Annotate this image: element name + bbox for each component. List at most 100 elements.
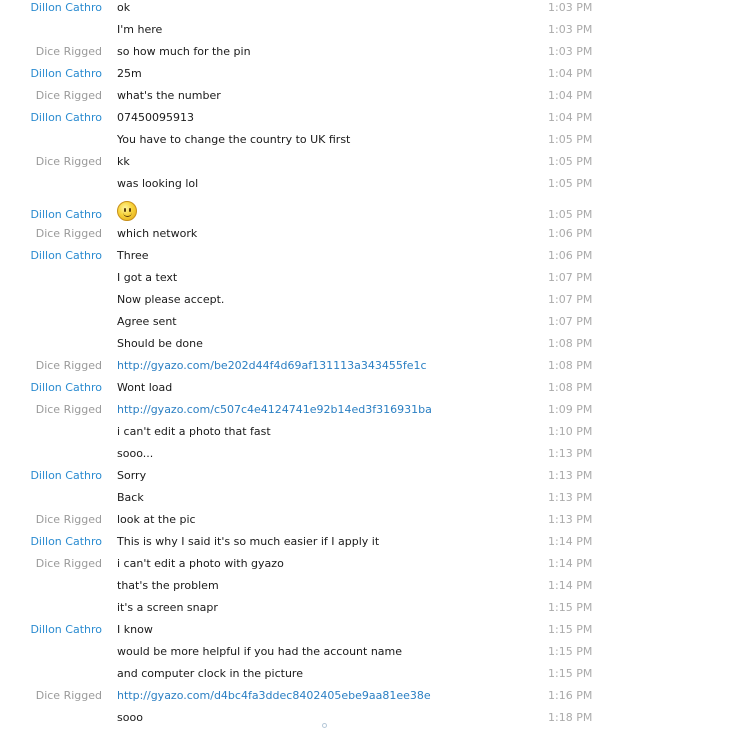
message-text: Should be done: [117, 337, 203, 350]
message-text: i can't edit a photo that fast: [117, 425, 271, 438]
chat-message: Should be done 1:08 PM: [0, 337, 741, 359]
sender-name[interactable]: Dice Rigged: [36, 689, 102, 702]
sender-name[interactable]: Dillon Cathro: [30, 623, 102, 636]
message-text: that's the problem: [117, 579, 219, 592]
message-link[interactable]: http://gyazo.com/d4bc4fa3ddec8402405ebe9…: [117, 689, 431, 702]
message-text: I'm here: [117, 23, 163, 36]
chat-message: Dice Rigged so how much for the pin 1:03 P…: [0, 45, 741, 67]
chat-message: Dillon Cathro This is why I said it's so …: [0, 535, 741, 557]
message-link[interactable]: http://gyazo.com/be202d44f4d69af131113a3…: [117, 359, 427, 372]
message-text: Sorry: [117, 469, 147, 482]
chat-message: Dillon Cathro ok 1:03 PM: [0, 1, 741, 23]
sender-name[interactable]: Dillon Cathro: [30, 1, 102, 14]
chat-message: Dillon Cathro I know 1:15 PM: [0, 623, 741, 645]
message-timestamp: 1:13 PM: [548, 469, 593, 482]
message-timestamp: 1:03 PM: [548, 23, 593, 36]
sender-name[interactable]: Dice Rigged: [36, 227, 102, 240]
chat-message: i can't edit a photo that fast 1:10 PM: [0, 425, 741, 447]
message-text: kk: [117, 155, 130, 168]
sender-name[interactable]: Dillon Cathro: [30, 249, 102, 262]
message-text: so how much for the pin: [117, 45, 251, 58]
message-timestamp: 1:15 PM: [548, 667, 593, 680]
message-timestamp: 1:04 PM: [548, 111, 593, 124]
message-timestamp: 1:05 PM: [548, 177, 593, 190]
message-timestamp: 1:15 PM: [548, 623, 593, 636]
chat-message: and computer clock in the picture 1:15 PM: [0, 667, 741, 689]
message-text: and computer clock in the picture: [117, 667, 303, 680]
chat-message: Now please accept. 1:07 PM: [0, 293, 741, 315]
message-text: what's the number: [117, 89, 221, 102]
message-timestamp: 1:08 PM: [548, 337, 593, 350]
message-link[interactable]: http://gyazo.com/c507c4e4124741e92b14ed3…: [117, 403, 432, 416]
chat-message: Dillon Cathro 25m 1:04 PM: [0, 67, 741, 89]
message-timestamp: 1:08 PM: [548, 359, 593, 372]
message-text: Wont load: [117, 381, 173, 394]
message-timestamp: 1:03 PM: [548, 1, 593, 14]
chat-message: Dice Rigged what's the number 1:04 PM: [0, 89, 741, 111]
chat-message: Dice Rigged http://gyazo.com/c507c4e41247…: [0, 403, 741, 425]
chat-message: Dillon Cathro Wont load 1:08 PM: [0, 381, 741, 403]
chat-message: I'm here 1:03 PM: [0, 23, 741, 45]
message-timestamp: 1:15 PM: [548, 601, 593, 614]
message-timestamp: 1:10 PM: [548, 425, 593, 438]
sender-name[interactable]: Dice Rigged: [36, 89, 102, 102]
message-text: You have to change the country to UK fir…: [117, 133, 351, 146]
message-timestamp: 1:14 PM: [548, 557, 593, 570]
message-timestamp: 1:04 PM: [548, 89, 593, 102]
message-text: Three: [117, 249, 149, 262]
chat-message: Dice Rigged http://gyazo.com/d4bc4fa3ddec…: [0, 689, 741, 711]
message-text: it's a screen snapr: [117, 601, 218, 614]
chat-message: I got a text 1:07 PM: [0, 271, 741, 293]
chat-message: Back 1:13 PM: [0, 491, 741, 513]
message-timestamp: 1:07 PM: [548, 315, 593, 328]
message-timestamp: 1:08 PM: [548, 381, 593, 394]
sender-name[interactable]: Dillon Cathro: [30, 381, 102, 394]
sender-name[interactable]: Dice Rigged: [36, 403, 102, 416]
sender-name[interactable]: Dice Rigged: [36, 155, 102, 168]
sender-name[interactable]: Dice Rigged: [36, 359, 102, 372]
message-text: was looking lol: [117, 177, 199, 190]
sender-name[interactable]: Dillon Cathro: [30, 469, 102, 482]
message-timestamp: 1:09 PM: [548, 403, 593, 416]
message-timestamp: 1:05 PM: [548, 155, 593, 168]
message-text: This is why I said it's so much easier i…: [117, 535, 380, 548]
message-timestamp: 1:05 PM: [548, 208, 593, 221]
sender-name[interactable]: Dice Rigged: [36, 513, 102, 526]
message-timestamp: 1:16 PM: [548, 689, 593, 702]
chat-message: Dillon Cathro Sorry 1:13 PM: [0, 469, 741, 491]
message-text: would be more helpful if you had the acc…: [117, 645, 403, 658]
chat-message: Dillon Cathro 07450095913 1:04 PM: [0, 111, 741, 133]
sender-name[interactable]: Dillon Cathro: [30, 208, 102, 221]
chat-message: would be more helpful if you had the acc…: [0, 645, 741, 667]
message-timestamp: 1:03 PM: [548, 45, 593, 58]
message-timestamp: 1:05 PM: [548, 133, 593, 146]
message-text: i can't edit a photo with gyazo: [117, 557, 284, 570]
message-text: ok: [117, 1, 131, 14]
message-text: I got a text: [117, 271, 178, 284]
message-text: sooo: [117, 711, 143, 724]
chat-message: sooo 1:18 PM: [0, 711, 741, 733]
message-text: sooo...: [117, 447, 154, 460]
sender-name[interactable]: Dillon Cathro: [30, 535, 102, 548]
message-text: which network: [117, 227, 198, 240]
sender-name[interactable]: Dillon Cathro: [30, 67, 102, 80]
message-timestamp: 1:06 PM: [548, 249, 593, 262]
message-timestamp: 1:14 PM: [548, 535, 593, 548]
message-text: I know: [117, 623, 153, 636]
message-timestamp: 1:14 PM: [548, 579, 593, 592]
chat-message: was looking lol 1:05 PM: [0, 177, 741, 199]
scroll-indicator[interactable]: [322, 723, 327, 728]
sender-name[interactable]: Dice Rigged: [36, 45, 102, 58]
message-timestamp: 1:07 PM: [548, 293, 593, 306]
message-timestamp: 1:15 PM: [548, 645, 593, 658]
smile-emoticon-icon: [117, 201, 137, 221]
sender-name[interactable]: Dice Rigged: [36, 557, 102, 570]
chat-message: You have to change the country to UK fir…: [0, 133, 741, 155]
message-timestamp: 1:07 PM: [548, 271, 593, 284]
chat-message: that's the problem 1:14 PM: [0, 579, 741, 601]
message-text: Back: [117, 491, 144, 504]
chat-message: Dice Rigged kk 1:05 PM: [0, 155, 741, 177]
sender-name[interactable]: Dillon Cathro: [30, 111, 102, 124]
message-timestamp: 1:13 PM: [548, 447, 593, 460]
chat-message: Dice Rigged i can't edit a photo with gya…: [0, 557, 741, 579]
